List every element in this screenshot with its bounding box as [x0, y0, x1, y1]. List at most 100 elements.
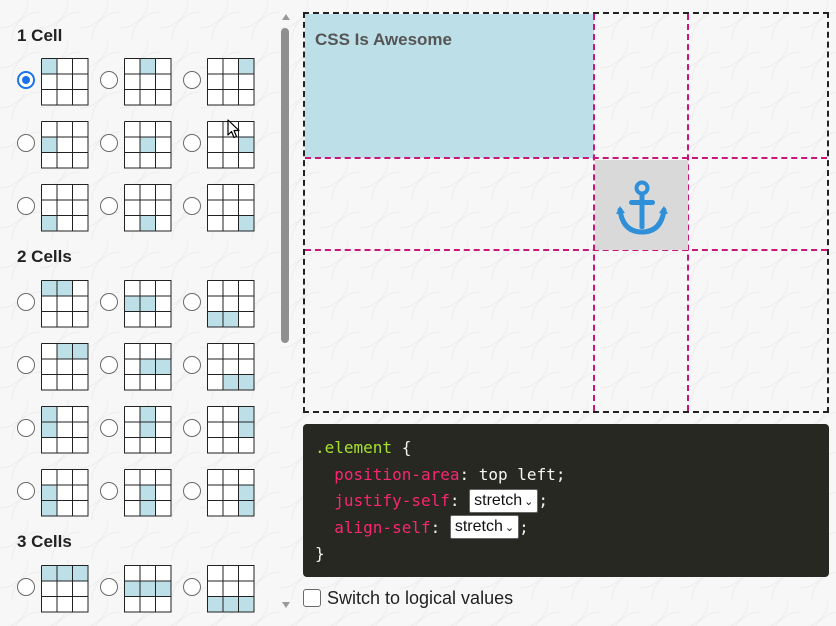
group-title: 2 Cells — [17, 247, 72, 266]
option-radio[interactable] — [17, 71, 35, 89]
logical-values-checkbox[interactable] — [303, 589, 321, 607]
grid-area-preview-icon[interactable] — [41, 121, 89, 169]
scroll-up-arrow-icon[interactable] — [282, 14, 290, 20]
position-area-option[interactable] — [17, 469, 97, 519]
option-radio[interactable] — [17, 197, 35, 215]
grid-area-preview-icon[interactable] — [207, 343, 255, 391]
position-area-option[interactable] — [17, 565, 97, 615]
chevron-down-icon: ⌄ — [504, 522, 515, 534]
position-area-option[interactable] — [17, 58, 97, 108]
option-radio[interactable] — [183, 482, 201, 500]
position-area-option[interactable] — [183, 469, 263, 519]
justify-self-select[interactable]: stretch ⌄ — [469, 488, 539, 513]
grid-area-preview-icon[interactable] — [207, 280, 255, 328]
option-radio[interactable] — [17, 578, 35, 596]
position-area-option[interactable] — [183, 565, 263, 615]
option-radio[interactable] — [100, 293, 118, 311]
option-radio[interactable] — [183, 578, 201, 596]
position-area-option[interactable] — [183, 58, 263, 108]
option-radio[interactable] — [17, 419, 35, 437]
prop-align-self: align-self — [334, 517, 431, 537]
grid-area-preview-icon[interactable] — [124, 184, 172, 232]
chevron-down-icon: ⌄ — [524, 495, 534, 508]
position-area-option[interactable] — [17, 121, 97, 171]
position-area-option[interactable] — [17, 406, 97, 456]
grid-area-preview-icon[interactable] — [124, 406, 172, 454]
prop-justify-self: justify-self — [334, 491, 450, 510]
option-radio[interactable] — [183, 356, 201, 374]
option-radio[interactable] — [183, 419, 201, 437]
anchor-icon — [616, 180, 668, 235]
open-brace: { — [392, 438, 412, 457]
code-line-align-self: align-self: stretch ⌄; — [315, 515, 817, 542]
grid-area-preview-icon[interactable] — [41, 280, 89, 328]
option-radio[interactable] — [183, 293, 201, 311]
position-area-option[interactable] — [100, 343, 180, 393]
grid-area-preview-icon[interactable] — [41, 406, 89, 454]
grid-area-preview-icon[interactable] — [207, 406, 255, 454]
position-area-option[interactable] — [17, 280, 97, 330]
option-radio[interactable] — [17, 293, 35, 311]
option-radio[interactable] — [183, 134, 201, 152]
option-radio[interactable] — [100, 482, 118, 500]
option-radio[interactable] — [17, 356, 35, 374]
css-selector: .element — [315, 438, 393, 457]
position-area-option[interactable] — [100, 565, 180, 615]
anchor-cell — [595, 160, 688, 250]
code-line-justify-self: justify-self: stretch ⌄; — [315, 488, 817, 515]
position-area-option[interactable] — [17, 343, 97, 393]
grid-area-preview-icon[interactable] — [124, 280, 172, 328]
option-radio[interactable] — [100, 578, 118, 596]
justify-self-value: stretch — [474, 491, 523, 509]
align-self-value: stretch — [454, 518, 503, 535]
scroll-down-arrow-icon[interactable] — [282, 602, 290, 608]
position-area-option[interactable] — [100, 184, 180, 234]
element-label: CSS Is Awesome — [315, 30, 453, 49]
option-radio[interactable] — [100, 356, 118, 374]
grid-area-preview-icon[interactable] — [124, 343, 172, 391]
grid-line-horizontal — [305, 157, 827, 159]
code-line-close: } — [315, 541, 817, 568]
position-area-option[interactable] — [100, 469, 180, 519]
position-area-option[interactable] — [100, 280, 180, 330]
code-line-position-area: position-area: top left; — [334, 464, 566, 484]
grid-area-preview-icon[interactable] — [41, 343, 89, 391]
grid-area-preview-icon[interactable] — [41, 469, 89, 517]
option-radio[interactable] — [100, 71, 118, 89]
grid-area-preview-icon[interactable] — [124, 58, 172, 106]
position-area-option[interactable] — [183, 184, 263, 234]
grid-area-preview-icon[interactable] — [124, 121, 172, 169]
option-radio[interactable] — [183, 197, 201, 215]
position-area-option[interactable] — [183, 406, 263, 456]
grid-area-preview-icon[interactable] — [207, 58, 255, 106]
option-radio[interactable] — [100, 134, 118, 152]
logical-values-label[interactable]: Switch to logical values — [327, 588, 513, 609]
align-self-select[interactable]: stretch ⌄ — [449, 515, 520, 539]
option-radio[interactable] — [17, 482, 35, 500]
code-line-selector: .element { — [315, 435, 817, 462]
value-position-area: top left — [478, 464, 556, 484]
grid-area-preview-icon[interactable] — [207, 469, 255, 517]
position-area-option[interactable] — [17, 184, 97, 234]
position-area-option[interactable] — [100, 406, 180, 456]
option-radio[interactable] — [17, 134, 35, 152]
grid-area-preview-icon[interactable] — [124, 469, 172, 517]
grid-area-preview-icon[interactable] — [41, 565, 89, 613]
position-area-option[interactable] — [183, 280, 263, 330]
grid-area-preview-icon[interactable] — [124, 565, 172, 613]
options-scrollbar[interactable] — [279, 12, 293, 610]
position-area-option[interactable] — [183, 343, 263, 393]
option-radio[interactable] — [100, 419, 118, 437]
option-radio[interactable] — [183, 71, 201, 89]
grid-area-preview-icon[interactable] — [41, 184, 89, 232]
option-radio[interactable] — [100, 197, 118, 215]
grid-area-preview-icon[interactable] — [207, 565, 255, 613]
position-area-option[interactable] — [183, 121, 263, 171]
grid-area-preview-icon[interactable] — [41, 58, 89, 106]
position-area-option[interactable] — [100, 121, 180, 171]
mouse-cursor-icon — [227, 119, 240, 139]
scroll-thumb[interactable] — [281, 28, 289, 343]
grid-area-preview-icon[interactable] — [207, 184, 255, 232]
position-area-option[interactable] — [100, 58, 180, 108]
css-code-block: .element { position-area: top left; just… — [303, 424, 829, 577]
